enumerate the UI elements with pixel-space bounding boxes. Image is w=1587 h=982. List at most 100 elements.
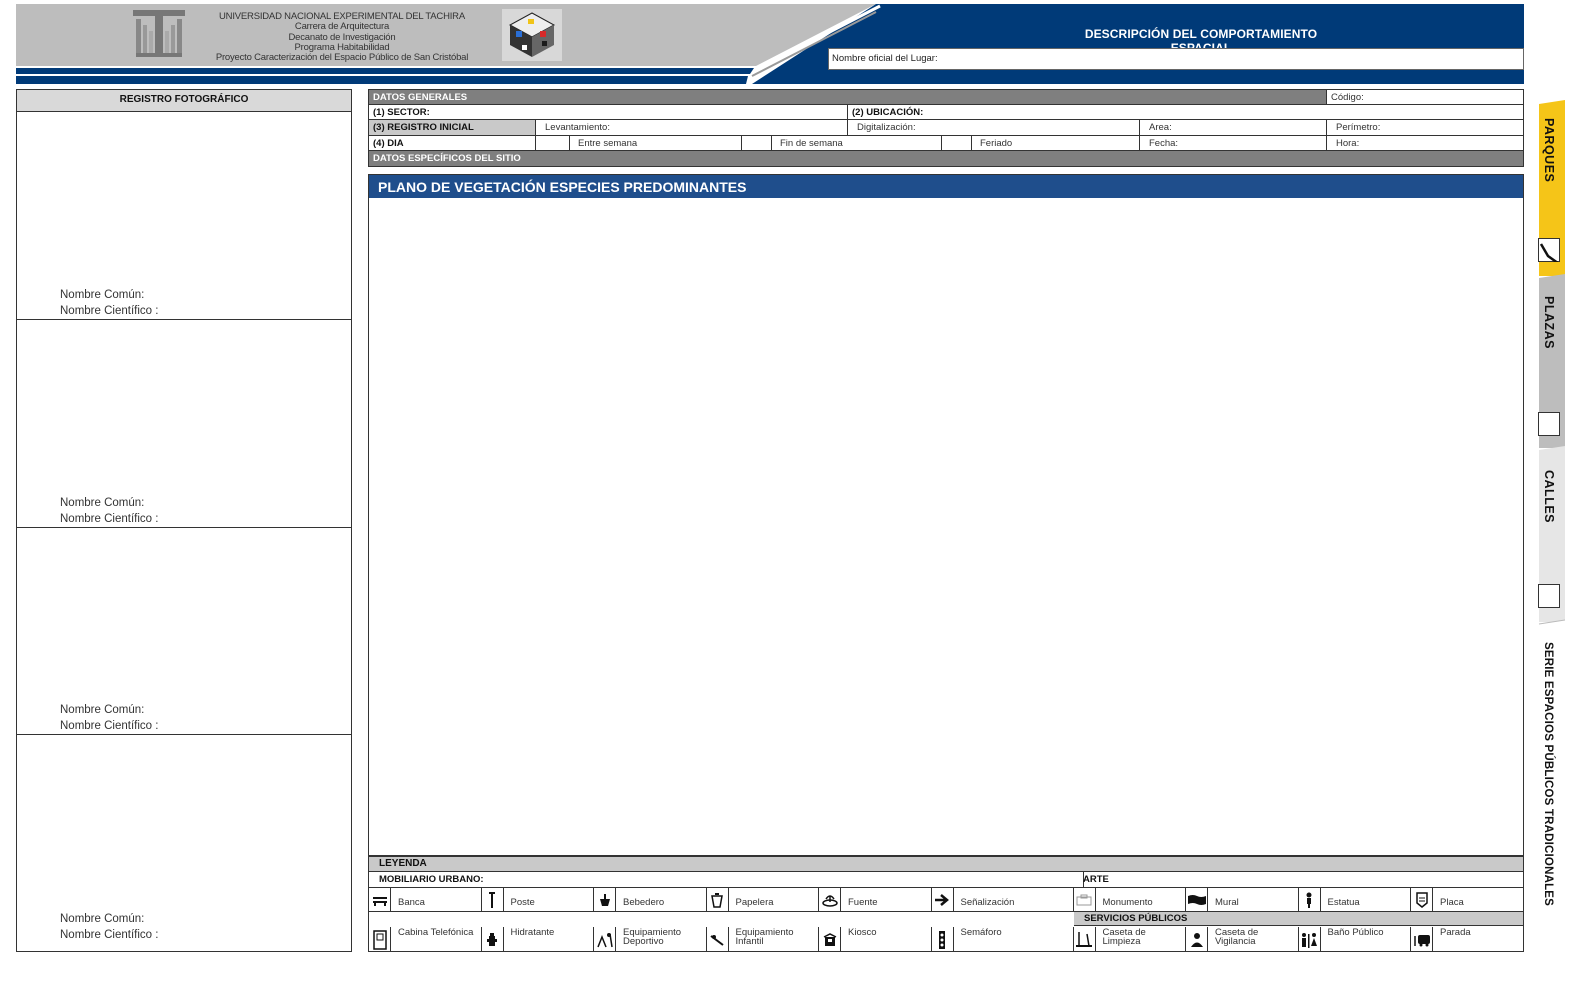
tab-plazas[interactable]: PLAZAS xyxy=(1535,276,1565,448)
plan-drawing-area[interactable] xyxy=(369,198,1523,855)
cube-logo xyxy=(502,9,562,61)
date-field[interactable]: Fecha: xyxy=(1139,135,1326,150)
guard-icon xyxy=(1186,927,1208,952)
digitalization-field[interactable]: Digitalización: xyxy=(847,120,1139,135)
phone-booth-icon xyxy=(369,927,391,952)
university-logo xyxy=(132,9,186,59)
university-info: UNIVERSIDAD NACIONAL EXPERIMENTAL DEL TA… xyxy=(206,11,478,64)
legend-item-senalizacion: Señalización xyxy=(932,888,1074,911)
category-tabs: PARQUES PLAZAS CALLES SERIE ESPACIOS PÚB… xyxy=(1531,100,1567,970)
tab-parques[interactable]: PARQUES xyxy=(1535,100,1565,276)
project-name: Proyecto Caracterización del Espacio Púb… xyxy=(215,52,469,64)
arrow-right-icon xyxy=(932,888,954,911)
playground-icon xyxy=(707,927,729,952)
legend-item-infantil: Equipamiento Infantil xyxy=(707,927,819,952)
photo-register-title: REGISTRO FOTOGRÁFICO xyxy=(17,90,351,112)
urban-furniture-label: MOBILIARIO URBANO: xyxy=(379,874,484,885)
legend-label: Equipamiento Infantil xyxy=(735,927,794,947)
statue-icon xyxy=(1299,888,1321,911)
legend-label: Kiosco xyxy=(848,927,877,938)
legend-item-vigilancia: Caseta de Vigilancia xyxy=(1186,927,1299,952)
legend-label: Placa xyxy=(1440,897,1464,908)
holiday-label: Feriado xyxy=(971,135,1139,150)
monument-icon xyxy=(1074,888,1096,911)
code-field[interactable]: Código: xyxy=(1326,90,1523,104)
place-name-field[interactable]: Nombre oficial del Lugar: xyxy=(828,48,1524,70)
plaque-icon xyxy=(1411,888,1433,911)
legend-subheader: MOBILIARIO URBANO: ARTE xyxy=(369,872,1523,888)
legend-item-hidratante: Hidratante xyxy=(482,927,594,952)
vegetation-plan-title: PLANO DE VEGETACIÓN ESPECIES PREDOMINANT… xyxy=(369,175,1523,198)
legend-item-parada: Parada xyxy=(1411,927,1524,952)
perimeter-field[interactable]: Perímetro: xyxy=(1326,120,1523,135)
checkmark-icon xyxy=(1539,243,1559,262)
calles-checkbox[interactable] xyxy=(1538,584,1560,608)
place-name-label: Nombre oficial del Lugar: xyxy=(832,53,938,64)
legend-item-estatua: Estatua xyxy=(1299,888,1411,911)
legend-item-kiosco: Kiosco xyxy=(819,927,932,952)
general-data-title: DATOS GENERALES xyxy=(369,90,1326,104)
legend-item-monumento: Monumento xyxy=(1074,888,1186,911)
legend-item-cabina: Cabina Telefónica xyxy=(369,927,482,952)
legend-label: Estatua xyxy=(1327,897,1360,908)
common-name-label: Nombre Común: xyxy=(60,496,145,509)
scientific-name-label: Nombre Científico : xyxy=(60,304,159,317)
vegetation-plan: PLANO DE VEGETACIÓN ESPECIES PREDOMINANT… xyxy=(368,174,1524,856)
scientific-name-label: Nombre Científico : xyxy=(60,929,159,942)
legend-item-limpieza: Caseta de Limpieza xyxy=(1074,927,1186,952)
water-fountain-icon xyxy=(819,888,841,911)
traffic-light-icon xyxy=(932,927,954,952)
photo-cell[interactable]: Nombre Común: Nombre Científico : xyxy=(17,320,351,528)
initial-register-label: (3) REGISTRO INICIAL xyxy=(369,120,535,135)
location-field[interactable]: (2) UBICACIÓN: xyxy=(847,104,1523,119)
tab-calles[interactable]: CALLES xyxy=(1535,448,1565,622)
photo-cell[interactable]: Nombre Común: Nombre Científico : xyxy=(17,112,351,320)
legend-row-1: Banca Poste Bebedero Papelera Fuente Señ… xyxy=(369,888,1523,912)
legend-item-semaforo: Semáforo xyxy=(932,927,1074,952)
legend-label: Mural xyxy=(1215,897,1239,908)
area-field[interactable]: Area: xyxy=(1139,120,1326,135)
header: UNIVERSIDAD NACIONAL EXPERIMENTAL DEL TA… xyxy=(16,4,1524,84)
legend-label: Equipamiento Deportivo xyxy=(623,927,682,947)
legend-label: Banca xyxy=(398,897,425,908)
photo-cell[interactable]: Nombre Común: Nombre Científico : xyxy=(17,528,351,736)
legend-item-papelera: Papelera xyxy=(707,888,819,911)
common-name-label: Nombre Común: xyxy=(60,704,145,717)
plazas-checkbox[interactable] xyxy=(1538,412,1560,436)
trash-bin-icon xyxy=(707,888,729,911)
weekday-checkbox[interactable] xyxy=(535,135,569,150)
bench-icon xyxy=(369,888,391,911)
time-field[interactable]: Hora: xyxy=(1326,135,1523,150)
legend-label: Cabina Telefónica xyxy=(398,927,474,938)
weekend-label: Fin de semana xyxy=(771,135,941,150)
legend-item-mural: Mural xyxy=(1186,888,1299,911)
common-name-label: Nombre Común: xyxy=(60,913,145,926)
series-label-panel: SERIE ESPACIOS PÚBLICOS TRADICIONALES xyxy=(1535,622,1565,970)
scientific-name-label: Nombre Científico : xyxy=(60,512,159,525)
legend-label: Baño Público xyxy=(1327,927,1384,938)
weekend-checkbox[interactable] xyxy=(741,135,771,150)
tab-parques-label: PARQUES xyxy=(1542,118,1556,183)
survey-field[interactable]: Levantamiento: xyxy=(535,120,847,135)
legend-label: Papelera xyxy=(735,897,774,908)
site-data-row: DATOS ESPECÍFICOS DEL SITIO xyxy=(368,151,1524,167)
legend-item-bebedero: Bebedero xyxy=(594,888,707,911)
weekday-label: Entre semana xyxy=(569,135,741,150)
legend-label: Caseta de Limpieza xyxy=(1102,927,1146,947)
series-title: SERIE ESPACIOS PÚBLICOS TRADICIONALES xyxy=(1542,642,1554,907)
photo-register: REGISTRO FOTOGRÁFICO Nombre Común: Nombr… xyxy=(16,89,352,952)
photo-cell[interactable]: Nombre Común: Nombre Científico : xyxy=(17,735,351,943)
initial-register-row: (3) REGISTRO INICIAL Levantamiento: Digi… xyxy=(368,120,1524,136)
legend-label: Hidratante xyxy=(510,927,555,938)
sector-field[interactable]: (1) SECTOR: xyxy=(369,105,847,120)
legend-label: Semáforo xyxy=(960,927,1002,938)
legend-item-bano: Baño Público xyxy=(1299,927,1411,952)
parques-checkbox[interactable] xyxy=(1538,238,1560,262)
general-data-table: DATOS GENERALES Código: (1) SECTOR: (2) … xyxy=(368,89,1524,167)
legend-label: Caseta de Vigilancia xyxy=(1215,927,1259,947)
holiday-checkbox[interactable] xyxy=(941,135,971,150)
legend-label: Bebedero xyxy=(623,897,665,908)
legend-item-fuente: Fuente xyxy=(819,888,932,911)
scientific-name-label: Nombre Científico : xyxy=(60,720,159,733)
tab-calles-label: CALLES xyxy=(1542,470,1556,523)
